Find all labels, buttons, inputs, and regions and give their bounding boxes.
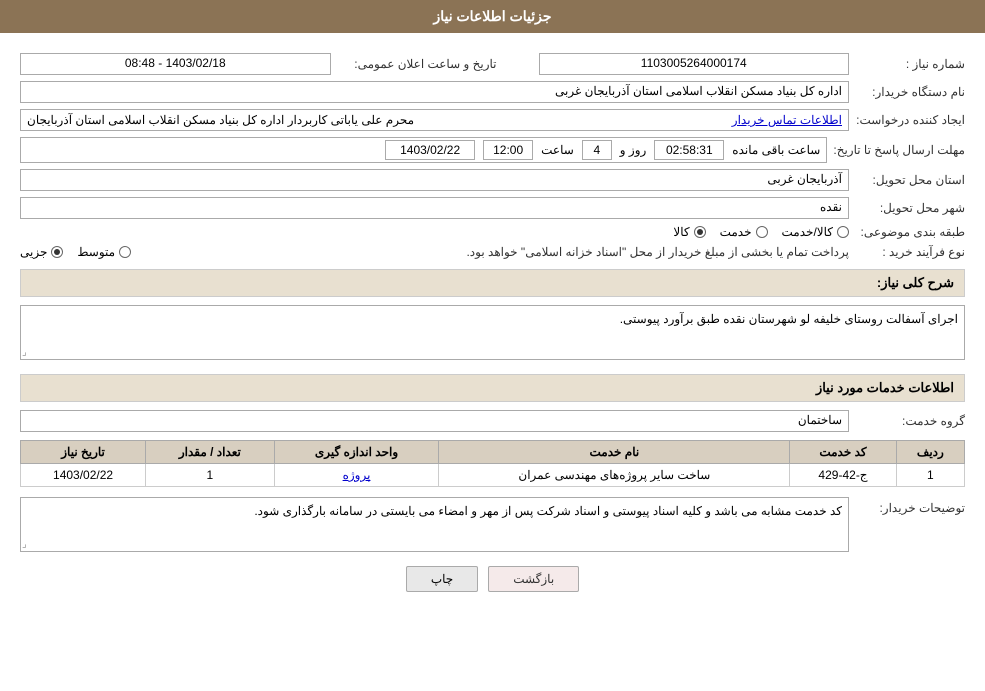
page-title: جزئیات اطلاعات نیاز [433,8,551,24]
col-unit: واحد اندازه گیری [274,441,439,464]
announce-date-label: تاریخ و ساعت اعلان عمومی: [337,57,497,71]
back-button[interactable]: بازگشت [488,566,579,592]
category-option-service-goods-label: کالا/خدمت [782,225,833,239]
service-group-label: گروه خدمت: [855,414,965,428]
cell-code: ج-42-429 [790,464,896,487]
category-option-service[interactable]: خدمت [720,225,768,239]
page-header: جزئیات اطلاعات نیاز [0,0,985,33]
deadline-remaining-label: ساعت باقی مانده [732,143,820,157]
deadline-remaining-value: 02:58:31 [654,140,724,160]
description-section-title: شرح کلی نیاز: [20,269,965,297]
city-value: نقده [20,197,849,219]
buyer-org-value: اداره کل بنیاد مسکن انقلاب اسلامی استان … [20,81,849,103]
services-table-section: ردیف کد خدمت نام خدمت واحد اندازه گیری ت… [20,440,965,487]
deadline-time-value: 12:00 [483,140,533,160]
category-radio-group: کالا/خدمت خدمت کالا [673,225,849,239]
category-option-service-goods[interactable]: کالا/خدمت [782,225,849,239]
creator-label: ایجاد کننده درخواست: [855,113,965,127]
col-qty: تعداد / مقدار [146,441,274,464]
main-content: شماره نیاز : 1103005264000174 تاریخ و سا… [0,33,985,602]
buyer-desc-value: کد خدمت مشابه می باشد و کلیه اسناد پیوست… [20,497,849,552]
table-row: 1 ج-42-429 ساخت سایر پروژه‌های مهندسی عم… [21,464,965,487]
radio-medium-icon [119,246,131,258]
bottom-buttons: بازگشت چاپ [20,566,965,592]
deadline-row: ساعت باقی مانده 02:58:31 روز و 4 ساعت 12… [20,137,827,163]
deadline-days-value: 4 [582,140,612,160]
city-label: شهر محل تحویل: [855,201,965,215]
col-date: تاریخ نیاز [21,441,146,464]
print-button[interactable]: چاپ [406,566,478,592]
province-value: آذربایجان غربی [20,169,849,191]
services-section-title: اطلاعات خدمات مورد نیاز [20,374,965,402]
purchase-type-small-label: جزیی [20,245,47,259]
deadline-time-label: ساعت [541,143,574,157]
creator-value: اطلاعات تماس خریدار محرم علی یاباتی کارب… [20,109,849,131]
category-option-goods-label: کالا [673,225,689,239]
cell-unit: پروژه [274,464,439,487]
deadline-days-label: روز و [620,143,647,157]
category-option-goods[interactable]: کالا [673,225,705,239]
need-number-value: 1103005264000174 [539,53,850,75]
need-number-label: شماره نیاز : [855,57,965,71]
radio-service-icon [756,226,768,238]
purchase-type-medium[interactable]: متوسط [77,245,131,259]
purchase-type-small[interactable]: جزیی [20,245,63,259]
col-row: ردیف [896,441,964,464]
page-wrapper: جزئیات اطلاعات نیاز شماره نیاز : 1103005… [0,0,985,691]
buyer-desc-label: توضیحات خریدار: [855,501,965,515]
purchase-type-label: نوع فرآیند خرید : [855,245,965,259]
deadline-label: مهلت ارسال پاسخ تا تاریخ: [833,143,965,157]
deadline-date-value: 1403/02/22 [385,140,475,160]
category-label: طبقه بندی موضوعی: [855,225,965,239]
purchase-type-note: پرداخت تمام یا بخشی از مبلغ خریدار از مح… [141,245,849,259]
cell-date: 1403/02/22 [21,464,146,487]
buyer-org-label: نام دستگاه خریدار: [855,85,965,99]
col-name: نام خدمت [439,441,790,464]
resize-handle-icon: ⌟ [22,348,27,358]
radio-goods-icon [694,226,706,238]
cell-qty: 1 [146,464,274,487]
description-value: اجرای آسفالت روستای خلیفه لو شهرستان نقد… [20,305,965,360]
purchase-type-radio-group: متوسط جزیی [20,245,131,259]
services-table: ردیف کد خدمت نام خدمت واحد اندازه گیری ت… [20,440,965,487]
category-option-service-label: خدمت [720,225,752,239]
radio-small-icon [51,246,63,258]
province-label: استان محل تحویل: [855,173,965,187]
cell-name: ساخت سایر پروژه‌های مهندسی عمران [439,464,790,487]
service-group-value: ساختمان [20,410,849,432]
announce-date-value: 1403/02/18 - 08:48 [20,53,331,75]
cell-row: 1 [896,464,964,487]
buyer-desc-resize-icon: ⌟ [22,540,27,550]
purchase-type-medium-label: متوسط [77,245,115,259]
description-container: اجرای آسفالت روستای خلیفه لو شهرستان نقد… [20,305,965,360]
radio-service-goods-icon [837,226,849,238]
creator-contact-link[interactable]: اطلاعات تماس خریدار [732,113,842,127]
col-code: کد خدمت [790,441,896,464]
creator-name: محرم علی یاباتی کاربردار اداره کل بنیاد … [27,113,414,127]
